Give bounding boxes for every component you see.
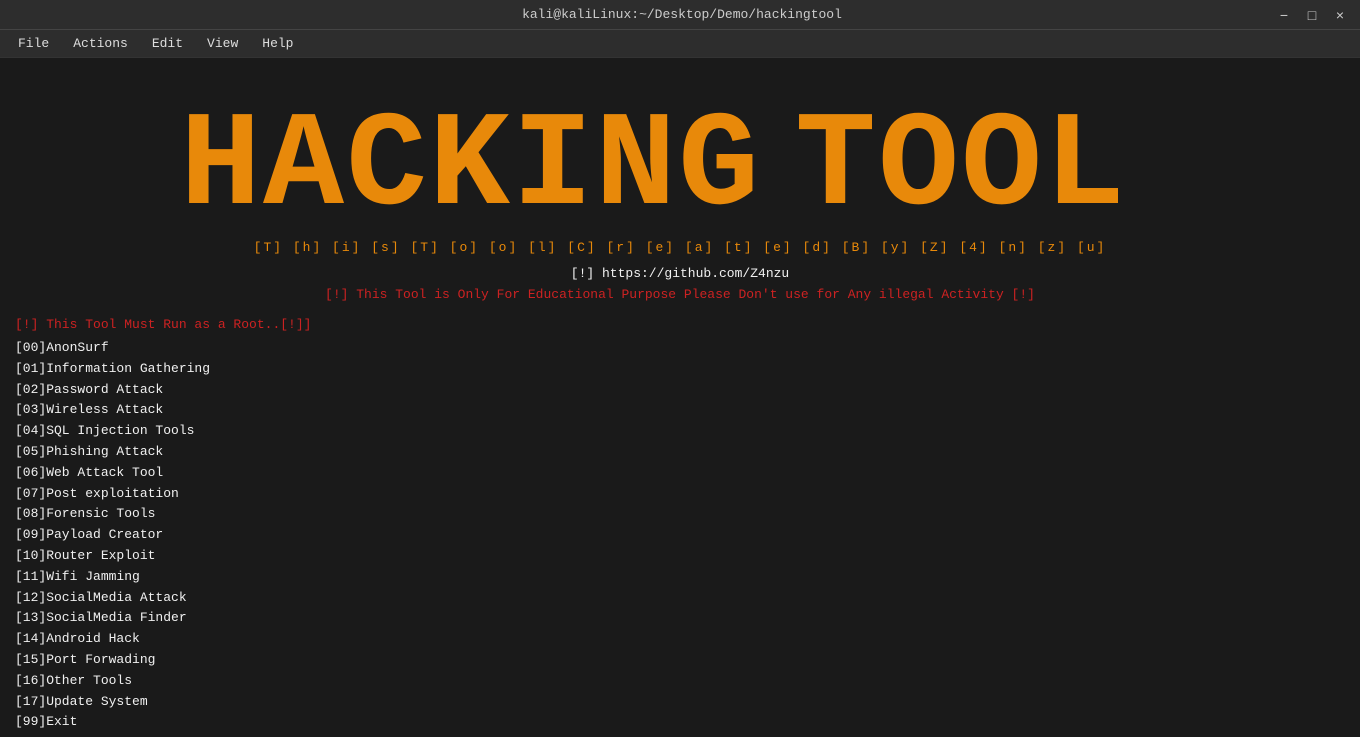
close-button[interactable]: × <box>1330 5 1350 25</box>
list-item: [15]Port Forwading <box>15 650 1345 671</box>
menu-options: [00]AnonSurf [01]Information Gathering [… <box>15 338 1345 733</box>
list-item: [08]Forensic Tools <box>15 504 1345 525</box>
list-item: [09]Payload Creator <box>15 525 1345 546</box>
list-item: [17]Update System <box>15 692 1345 713</box>
list-item: [14]Android Hack <box>15 629 1345 650</box>
list-item: [16]Other Tools <box>15 671 1345 692</box>
list-item: [05]Phishing Attack <box>15 442 1345 463</box>
menu-view[interactable]: View <box>197 33 248 54</box>
menu-actions[interactable]: Actions <box>63 33 138 54</box>
menubar: File Actions Edit View Help <box>0 30 1360 58</box>
list-item: [13]SocialMedia Finder <box>15 608 1345 629</box>
list-item: [99]Exit <box>15 712 1345 733</box>
list-item: [10]Router Exploit <box>15 546 1345 567</box>
warning-line: [!] This Tool is Only For Educational Pu… <box>15 285 1345 305</box>
list-item: [00]AnonSurf <box>15 338 1345 359</box>
menu-file[interactable]: File <box>8 33 59 54</box>
svg-text:TOOL: TOOL <box>795 91 1127 233</box>
minimize-button[interactable]: − <box>1274 5 1294 25</box>
root-error-line: [!] This Tool Must Run as a Root..[!]] <box>15 315 1345 335</box>
ascii-art-title: HACKING TOOL <box>175 73 1185 233</box>
terminal[interactable]: HACKING TOOL [T] [h] [i] [s] [T] [o] [o]… <box>0 58 1360 737</box>
menu-help[interactable]: Help <box>252 33 303 54</box>
titlebar: kali@kaliLinux:~/Desktop/Demo/hackingtoo… <box>0 0 1360 30</box>
window-title: kali@kaliLinux:~/Desktop/Demo/hackingtoo… <box>90 7 1274 22</box>
list-item: [11]Wifi Jamming <box>15 567 1345 588</box>
list-item: [06]Web Attack Tool <box>15 463 1345 484</box>
list-item: [12]SocialMedia Attack <box>15 588 1345 609</box>
menu-edit[interactable]: Edit <box>142 33 193 54</box>
svg-text:HACKING: HACKING <box>180 91 761 233</box>
list-item: [03]Wireless Attack <box>15 400 1345 421</box>
maximize-button[interactable]: □ <box>1302 5 1322 25</box>
window-controls[interactable]: − □ × <box>1274 5 1350 25</box>
list-item: [04]SQL Injection Tools <box>15 421 1345 442</box>
list-item: [01]Information Gathering <box>15 359 1345 380</box>
list-item: [07]Post exploitation <box>15 484 1345 505</box>
github-link: [!] https://github.com/Z4nzu <box>15 264 1345 284</box>
subtitle-line: [T] [h] [i] [s] [T] [o] [o] [l] [C] [r] … <box>15 238 1345 258</box>
list-item: [02]Password Attack <box>15 380 1345 401</box>
